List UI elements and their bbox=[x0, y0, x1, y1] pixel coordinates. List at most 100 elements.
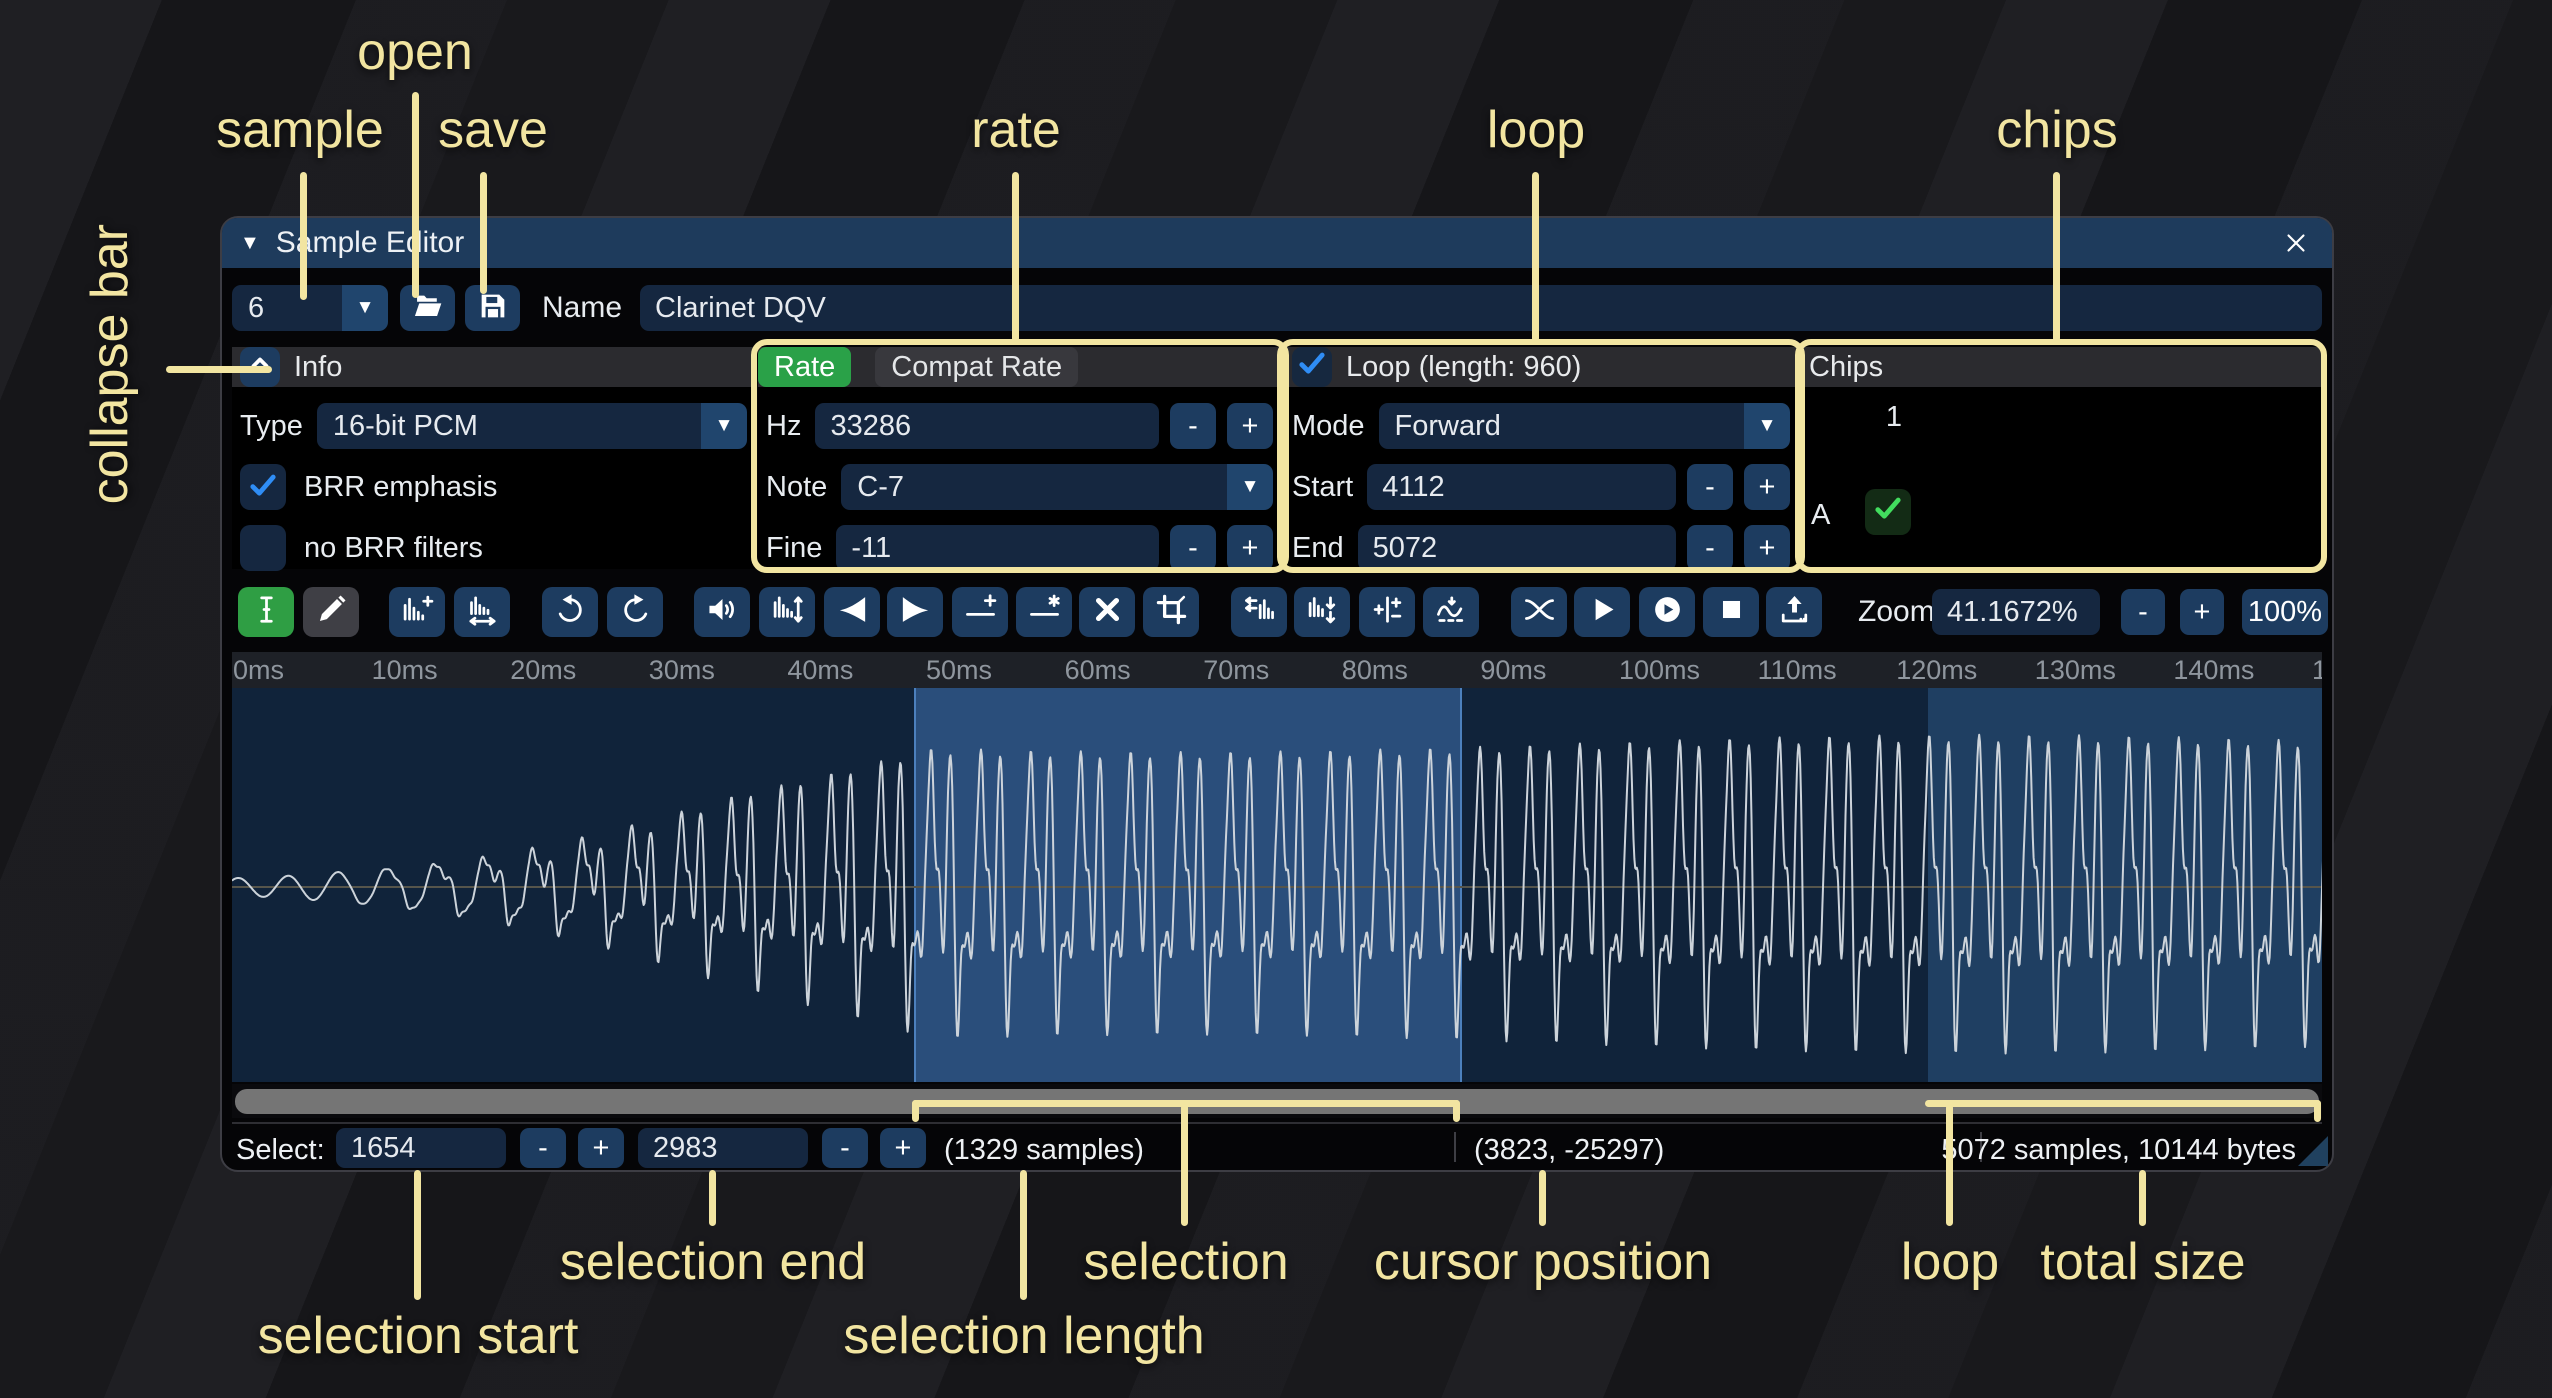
toolbar-stop-preview-button[interactable] bbox=[1703, 587, 1759, 637]
type-value: 16-bit PCM bbox=[317, 403, 701, 449]
name-input[interactable]: Clarinet DQV bbox=[640, 285, 2322, 331]
zoom-in-button[interactable]: + bbox=[2180, 589, 2224, 635]
no-brr-filters-checkbox[interactable] bbox=[240, 525, 286, 571]
loop-header-label: Loop (length: 960) bbox=[1346, 351, 1581, 384]
info-header: Info bbox=[232, 347, 755, 387]
loop-mode-label: Mode bbox=[1292, 410, 1365, 443]
sample-toolbar: Zoom 41.1672% - + 100% bbox=[232, 587, 2322, 637]
toolbar-draw-mode-button[interactable] bbox=[303, 587, 359, 637]
loop-start-minus-button[interactable]: - bbox=[1687, 464, 1733, 510]
annotation-cursor-position-label: cursor position bbox=[1374, 1232, 1712, 1292]
collapse-info-button[interactable] bbox=[240, 347, 280, 387]
resize-grip[interactable] bbox=[2298, 1136, 2328, 1166]
chevron-down-icon[interactable]: ▼ bbox=[342, 285, 388, 331]
fine-plus-button[interactable]: + bbox=[1227, 525, 1273, 571]
annotation-save-label: save bbox=[438, 100, 548, 160]
toolbar-preview-loop-button[interactable] bbox=[1639, 587, 1695, 637]
ruler-tick: 60ms bbox=[1065, 655, 1131, 686]
annotation-cursor-position-line bbox=[1539, 1170, 1546, 1226]
ruler-tick: 50ms bbox=[926, 655, 992, 686]
titlebar[interactable]: ▼ Sample Editor bbox=[222, 218, 2332, 268]
chevron-down-icon[interactable]: ▼ bbox=[1744, 403, 1790, 449]
annotation-selection-start-label: selection start bbox=[258, 1306, 579, 1366]
fine-input[interactable]: -11 bbox=[836, 525, 1159, 571]
toolbar-fade-out-button[interactable] bbox=[887, 587, 943, 637]
hz-input[interactable]: 33286 bbox=[815, 403, 1159, 449]
toolbar-normalize-button[interactable] bbox=[759, 587, 815, 637]
loop-end-plus-button[interactable]: + bbox=[1744, 525, 1790, 571]
hz-row: Hz 33286 - + bbox=[766, 403, 1273, 449]
toolbar-filter-button[interactable] bbox=[1423, 587, 1479, 637]
toolbar-resize-button[interactable] bbox=[389, 587, 445, 637]
toolbar-load-to-chip-button[interactable] bbox=[1766, 587, 1822, 637]
sample-selector[interactable]: 6 ▼ bbox=[232, 285, 388, 331]
toolbar-insert-silence-button[interactable] bbox=[952, 587, 1008, 637]
selection-start-minus-button[interactable]: - bbox=[520, 1128, 566, 1168]
toolbar-amplify-button[interactable] bbox=[694, 587, 750, 637]
hz-plus-button[interactable]: + bbox=[1227, 403, 1273, 449]
window-collapse-icon[interactable]: ▼ bbox=[240, 232, 260, 255]
reset-zoom-button[interactable]: 100% bbox=[2242, 589, 2328, 635]
draw-mode-icon bbox=[315, 593, 348, 631]
ruler-tick: 90ms bbox=[1480, 655, 1546, 686]
toolbar-adjust-sign-button[interactable] bbox=[1359, 587, 1415, 637]
annotation-selection-start-line bbox=[414, 1170, 421, 1300]
zoom-input[interactable]: 41.1672% bbox=[1932, 589, 2100, 635]
chevron-down-icon[interactable]: ▼ bbox=[701, 403, 747, 449]
time-ruler[interactable]: 0ms10ms20ms30ms40ms50ms60ms70ms80ms90ms1… bbox=[232, 652, 2322, 688]
toolbar-preview-sample-button[interactable] bbox=[1574, 587, 1630, 637]
close-button[interactable] bbox=[2278, 225, 2314, 261]
loop-enable-checkbox[interactable] bbox=[1292, 347, 1332, 387]
chevron-down-icon[interactable]: ▼ bbox=[1227, 464, 1273, 510]
selection-start-input[interactable]: 1654 bbox=[336, 1128, 506, 1168]
waveform-scrollbar[interactable] bbox=[232, 1084, 2322, 1118]
open-sample-button[interactable] bbox=[400, 285, 455, 331]
selection-start-plus-button[interactable]: + bbox=[578, 1128, 624, 1168]
loop-end-input[interactable]: 5072 bbox=[1358, 525, 1676, 571]
fine-minus-button[interactable]: - bbox=[1170, 525, 1216, 571]
toolbar-crossfade-loop-button[interactable] bbox=[1511, 587, 1567, 637]
brr-emphasis-checkbox[interactable] bbox=[240, 464, 286, 510]
loop-start-input[interactable]: 4112 bbox=[1367, 464, 1676, 510]
note-dropdown[interactable]: C-7 ▼ bbox=[841, 464, 1273, 510]
check-icon bbox=[1871, 491, 1905, 533]
chips-panel: Chips 1 A bbox=[1801, 347, 2322, 569]
loop-start-plus-button[interactable]: + bbox=[1744, 464, 1790, 510]
toolbar-apply-silence-button[interactable] bbox=[1016, 587, 1072, 637]
zoom-out-button[interactable]: - bbox=[2121, 589, 2165, 635]
tab-rate[interactable]: Rate bbox=[758, 347, 851, 387]
ruler-tick: 0ms bbox=[233, 655, 284, 686]
ruler-tick: 70ms bbox=[1203, 655, 1269, 686]
selection-end-input[interactable]: 2983 bbox=[638, 1128, 808, 1168]
save-sample-button[interactable] bbox=[465, 285, 520, 331]
toolbar-delete-button[interactable] bbox=[1079, 587, 1135, 637]
toolbar-redo-button[interactable] bbox=[607, 587, 663, 637]
selection-end-minus-button[interactable]: - bbox=[822, 1128, 868, 1168]
chip-a-checkbox[interactable] bbox=[1865, 489, 1911, 535]
toolbar-resample-button[interactable] bbox=[454, 587, 510, 637]
selection-end-plus-button[interactable]: + bbox=[880, 1128, 926, 1168]
toolbar-undo-button[interactable] bbox=[542, 587, 598, 637]
toolbar-fade-in-button[interactable] bbox=[824, 587, 880, 637]
chevron-up-icon bbox=[245, 348, 275, 386]
ruler-tick: 100ms bbox=[1619, 655, 1700, 686]
loop-mode-value: Forward bbox=[1379, 403, 1744, 449]
zoom-label: Zoom bbox=[1858, 587, 1935, 637]
toolbar-invert-button[interactable] bbox=[1294, 587, 1350, 637]
note-value: C-7 bbox=[841, 464, 1227, 510]
toolbar-trim-button[interactable] bbox=[1143, 587, 1199, 637]
brr-emphasis-label: BRR emphasis bbox=[304, 471, 497, 504]
tab-compat-rate[interactable]: Compat Rate bbox=[875, 347, 1078, 387]
loop-end-minus-button[interactable]: - bbox=[1687, 525, 1733, 571]
scrollbar-thumb[interactable] bbox=[235, 1089, 2319, 1114]
hz-minus-button[interactable]: - bbox=[1170, 403, 1216, 449]
toolbar-select-mode-button[interactable] bbox=[238, 587, 294, 637]
fine-row: Fine -11 - + bbox=[766, 525, 1273, 571]
annotation-chips-label: chips bbox=[1996, 100, 2117, 160]
properties-panels: Info Type 16-bit PCM ▼ BRR emphasis no B… bbox=[232, 347, 2322, 569]
toolbar-reverse-button[interactable] bbox=[1231, 587, 1287, 637]
loop-mode-dropdown[interactable]: Forward ▼ bbox=[1379, 403, 1790, 449]
waveform-view[interactable] bbox=[232, 688, 2322, 1082]
rate-panel: Rate Compat Rate Hz 33286 - + Note C-7 ▼ bbox=[758, 347, 1281, 569]
type-dropdown[interactable]: 16-bit PCM ▼ bbox=[317, 403, 747, 449]
